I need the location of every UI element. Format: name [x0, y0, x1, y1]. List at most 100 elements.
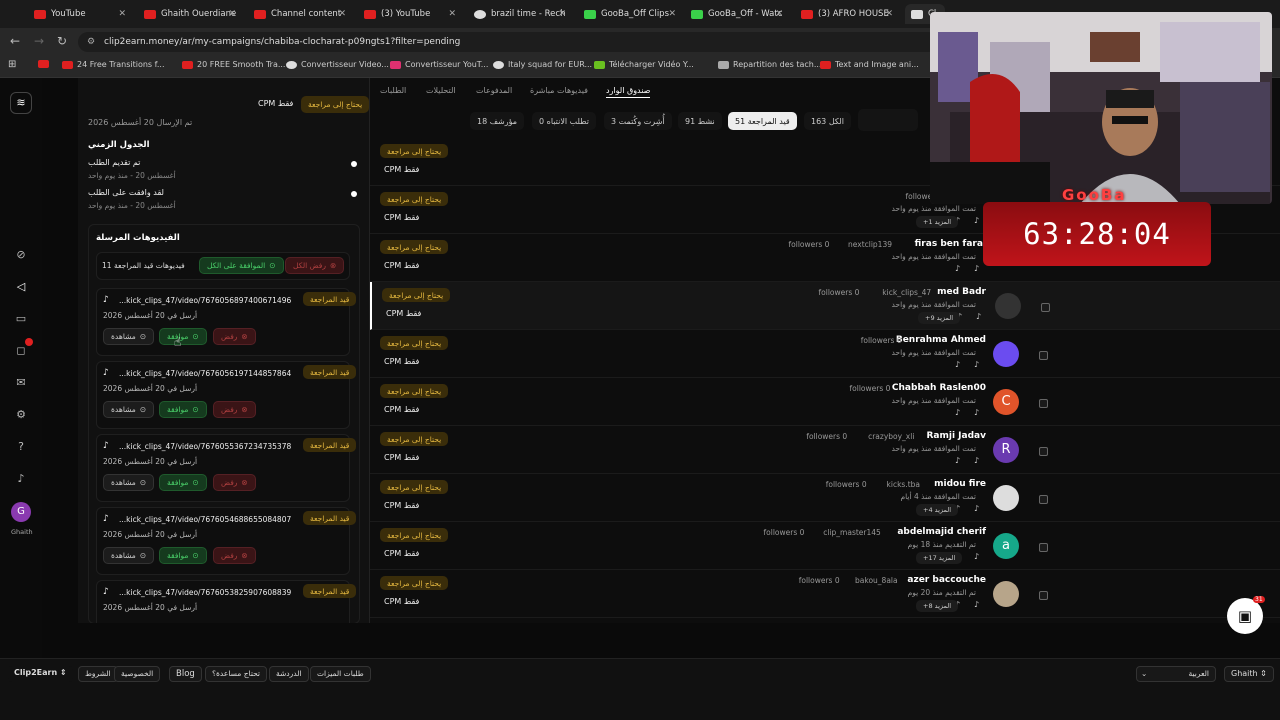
document-icon[interactable]: ▭ [14, 312, 28, 326]
row-checkbox[interactable] [1039, 591, 1048, 600]
mail-icon[interactable]: ✉ [14, 376, 28, 390]
creator-name[interactable]: med Badr [937, 287, 986, 297]
video-url[interactable]: ...kick_clips_47/video/76760538259076088… [119, 588, 291, 597]
bookmark[interactable]: Repartition des tach... [718, 60, 821, 69]
video-url[interactable]: ...kick_clips_47/video/76760553672347353… [119, 442, 291, 451]
avatar[interactable]: G [11, 502, 31, 522]
back-icon[interactable]: ← [10, 34, 20, 48]
browser-tab[interactable]: brazil time - Rech ✕ [468, 4, 572, 24]
creator-name[interactable]: Benrahma Ahmed [896, 335, 986, 345]
row-checkbox[interactable] [1039, 351, 1048, 360]
more-platforms-badge[interactable]: +17 المزيد [916, 552, 963, 564]
browser-tab[interactable]: GooBa_Off - Watc ✕ [685, 4, 789, 24]
creator-name[interactable]: Ramji Jadav [927, 431, 987, 441]
filter-flagged[interactable]: أُشِرت وكُتمت 3 [604, 112, 672, 130]
creator-name[interactable]: firas ben faral [915, 239, 986, 249]
table-row[interactable]: يحتاج إلى مراجعة CPM فقط med Badr followers… [370, 282, 1280, 330]
table-row[interactable]: يحتاج إلى مراجعة CPM فقط midou fire followe… [370, 474, 1280, 522]
user-menu[interactable]: Ghaith ⇕ [1224, 666, 1274, 682]
bookmark[interactable]: Convertisseur YouT... [390, 60, 488, 69]
close-icon[interactable]: ✕ [558, 9, 566, 19]
creator-name[interactable]: Chabbah Raslen00 [892, 383, 986, 393]
reject-button[interactable]: رفض ⊗ [213, 328, 256, 345]
reject-all-button[interactable]: رفض الكل ⊗ [285, 257, 345, 274]
bookmark[interactable]: Italy squad for EUR... [493, 60, 592, 69]
bookmark[interactable]: Text and Image ani... [820, 60, 919, 69]
chat-button[interactable]: ▣ [1227, 598, 1263, 634]
filter-all[interactable]: الكل 163 [804, 112, 851, 130]
tab-inbox[interactable]: صندوق الوارد [606, 86, 651, 98]
url-field[interactable]: ⚙ clip2earn.money/ar/my-campaigns/chabib… [78, 32, 938, 52]
bookmark[interactable]: Télécharger Vidéo Y... [594, 60, 694, 69]
row-checkbox[interactable] [1041, 303, 1050, 312]
table-row[interactable]: يحتاج إلى مراجعة CPM فقط Benrahma Ahmed fol… [370, 330, 1280, 378]
filter-active[interactable]: نشط 91 [678, 112, 722, 130]
reject-button[interactable]: رفض ⊗ [213, 401, 256, 418]
browser-tab[interactable]: (3) AFRO HOUSE ✕ [795, 4, 899, 24]
megaphone-icon[interactable]: ◁ [14, 280, 28, 294]
footer-link-chat[interactable]: الدردشة [269, 666, 309, 682]
tab-payments[interactable]: المدفوعات [476, 86, 512, 95]
reload-icon[interactable]: ↻ [57, 34, 67, 48]
filter-pending[interactable]: قيد المراجعة 51 [728, 112, 797, 130]
approve-all-button[interactable]: الموافقة على الكل ⊙ [199, 257, 284, 274]
table-row[interactable]: يحتاج إلى مراجعة CPM فقط R Ramji Jadav follo… [370, 426, 1280, 474]
app-logo-icon[interactable]: ≋ [10, 92, 32, 114]
view-button[interactable]: مشاهدة ⊙ [103, 328, 155, 345]
creator-name[interactable]: azer baccouche [907, 575, 986, 585]
apps-icon[interactable]: ⊞ [8, 59, 16, 70]
browser-tab[interactable]: Ghaith Ouerdiane ✕ [138, 4, 242, 24]
bookmark[interactable]: Convertisseur Video... [286, 60, 389, 69]
footer-link-terms[interactable]: الشروط [78, 666, 118, 682]
forward-icon[interactable]: → [34, 34, 44, 48]
table-row[interactable]: يحتاج إلى مراجعة CPM فقط a abdelmajid cheri… [370, 522, 1280, 570]
bookmark[interactable]: 24 Free Transitions f... [62, 60, 165, 69]
creator-name[interactable]: midou fire [934, 479, 986, 489]
filter-archived[interactable]: مؤرشف 18 [470, 112, 524, 130]
row-checkbox[interactable] [1039, 543, 1048, 552]
video-url[interactable]: ...kick_clips_47/video/76760546886550848… [119, 515, 291, 524]
reject-button[interactable]: رفض ⊗ [213, 474, 256, 491]
close-icon[interactable]: ✕ [885, 9, 893, 19]
approve-button[interactable]: موافقة ⊙ [159, 547, 207, 564]
tab-live-videos[interactable]: فيديوهات مباشرة [530, 86, 588, 95]
footer-link-feature-requests[interactable]: طلبات الميزات [310, 666, 371, 682]
settings-icon[interactable]: ⚙ [14, 408, 28, 422]
bell-icon[interactable]: ♪ [14, 472, 28, 486]
more-platforms-badge[interactable]: +8 المزيد [916, 600, 959, 612]
footer-link-blog[interactable]: Blog [169, 666, 202, 682]
approve-button[interactable]: موافقة ⊙ [159, 328, 207, 345]
brand-selector[interactable]: Clip2Earn ⇕ [8, 666, 73, 682]
help-icon[interactable]: ? [14, 440, 28, 454]
browser-tab[interactable]: Channel content ✕ [248, 4, 352, 24]
approve-button[interactable]: موافقة ⊙ [159, 474, 207, 491]
close-icon[interactable]: ✕ [338, 9, 346, 19]
browser-tab[interactable]: (3) YouTube ✕ [358, 4, 462, 24]
view-button[interactable]: مشاهدة ⊙ [103, 474, 155, 491]
table-row[interactable]: يحتاج إلى مراجعة CPM فقط azer baccouche fol… [370, 570, 1280, 618]
approve-button[interactable]: موافقة ⊙ [159, 401, 207, 418]
tab-analytics[interactable]: التحليلات [426, 86, 456, 95]
more-platforms-badge[interactable]: +9 المزيد [918, 312, 961, 324]
row-checkbox[interactable] [1039, 495, 1048, 504]
tab-requests[interactable]: الطلبات [380, 86, 406, 95]
view-button[interactable]: مشاهدة ⊙ [103, 547, 155, 564]
chat-icon[interactable]: ◻ [14, 344, 28, 358]
creator-name[interactable]: abdelmajid cherif [897, 527, 986, 537]
video-url[interactable]: ...kick_clips_47/video/76760568974006714… [119, 296, 291, 305]
more-platforms-badge[interactable]: +4 المزيد [916, 504, 959, 516]
close-icon[interactable]: ✕ [118, 9, 126, 19]
row-checkbox[interactable] [1039, 447, 1048, 456]
video-url[interactable]: ...kick_clips_47/video/76760561971448578… [119, 369, 291, 378]
close-icon[interactable]: ✕ [228, 9, 236, 19]
more-platforms-badge[interactable]: +1 المزيد [916, 216, 959, 228]
row-checkbox[interactable] [1039, 399, 1048, 408]
site-info-icon[interactable]: ⚙ [87, 32, 95, 52]
language-select[interactable]: ⌄ العربية [1136, 666, 1216, 682]
search-input[interactable] [858, 109, 918, 131]
bookmark-youtube-icon[interactable] [38, 60, 49, 68]
filter-attention[interactable]: تطلب الانتباه 0 [532, 112, 596, 130]
table-row[interactable]: يحتاج إلى مراجعة CPM فقط C Chabbah Raslen00… [370, 378, 1280, 426]
view-button[interactable]: مشاهدة ⊙ [103, 401, 155, 418]
footer-link-privacy[interactable]: الخصوصية [114, 666, 161, 682]
